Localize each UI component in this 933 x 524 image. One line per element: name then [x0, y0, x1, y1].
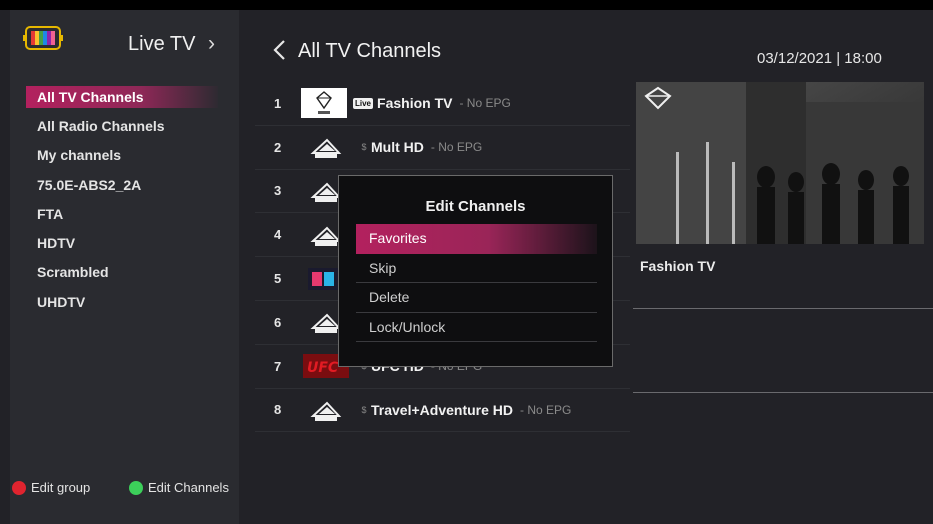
channel-row[interactable]: 8 $ Travel+Adventure HD - No EPG [255, 389, 630, 433]
dialog-options: Favorites Skip Delete Lock/Unlock [356, 224, 597, 343]
dollar-icon: $ [361, 142, 367, 153]
group-item-all-tv[interactable]: All TV Channels [26, 86, 218, 108]
svg-text:UFC: UFC [307, 360, 339, 376]
option-lock-unlock[interactable]: Lock/Unlock [356, 313, 597, 343]
dollar-icon: $ [361, 404, 367, 415]
no-logo-icon [301, 395, 351, 425]
group-item-uhdtv[interactable]: UHDTV [26, 291, 218, 320]
divider [633, 308, 933, 309]
channel-number: 4 [274, 227, 282, 243]
chevron-right-icon[interactable]: › [208, 32, 215, 56]
no-logo-icon [301, 132, 351, 162]
edit-group-hint[interactable]: Edit group [12, 480, 90, 495]
group-item-satellite[interactable]: 75.0E-ABS2_2A [26, 174, 218, 203]
group-item-fta[interactable]: FTA [26, 203, 218, 232]
group-item-all-radio[interactable]: All Radio Channels [26, 115, 218, 144]
channel-row[interactable]: 2 $ Mult HD - No EPG [255, 126, 630, 170]
red-dot-icon [12, 480, 26, 495]
channel-name: Mult HD [371, 139, 424, 156]
channel-row[interactable]: 1 Live Fashion TV - No EPG [255, 82, 630, 126]
channel-epg: - No EPG [520, 402, 572, 417]
channel-number: 1 [274, 95, 282, 111]
option-skip[interactable]: Skip [356, 254, 597, 284]
video-preview[interactable] [636, 82, 924, 244]
channel-epg: - No EPG [430, 140, 483, 155]
channel-name: Fashion TV [377, 95, 453, 112]
channel-name: Travel+Adventure HD [371, 401, 513, 418]
group-item-hdtv[interactable]: HDTV [26, 232, 218, 261]
channel-number: 3 [274, 183, 282, 199]
back-arrow-icon[interactable] [272, 39, 286, 61]
group-item-my-channels[interactable]: My channels [26, 144, 218, 173]
preview-channel-name: Fashion TV [640, 258, 716, 274]
app-title[interactable]: Live TV [128, 33, 195, 56]
channel-number: 2 [274, 139, 282, 155]
green-dot-icon [129, 480, 143, 495]
channel-number: 8 [274, 402, 282, 418]
group-item-scrambled[interactable]: Scrambled [26, 261, 218, 290]
channel-number: 6 [274, 314, 282, 330]
channel-number: 5 [274, 271, 282, 287]
divider [633, 392, 933, 393]
page-title: All TV Channels [298, 40, 442, 62]
channel-number: 7 [274, 358, 282, 374]
edit-channels-hint[interactable]: Edit Channels [129, 480, 229, 495]
channel-epg: - No EPG [459, 96, 511, 111]
option-delete[interactable]: Delete [356, 283, 597, 313]
ftv-logo-icon [301, 88, 347, 119]
edit-channels-dialog: Edit Channels Favorites Skip Delete Lock… [338, 175, 613, 367]
edit-group-label: Edit group [31, 480, 91, 495]
tv-icon [23, 26, 63, 50]
datetime: 03/12/2021 | 18:00 [757, 50, 882, 67]
dialog-title: Edit Channels [425, 198, 526, 215]
live-badge: Live [353, 97, 374, 109]
option-favorites[interactable]: Favorites [356, 224, 597, 254]
group-list: All TV Channels All Radio Channels My ch… [26, 86, 218, 320]
edit-channels-label: Edit Channels [148, 480, 229, 495]
